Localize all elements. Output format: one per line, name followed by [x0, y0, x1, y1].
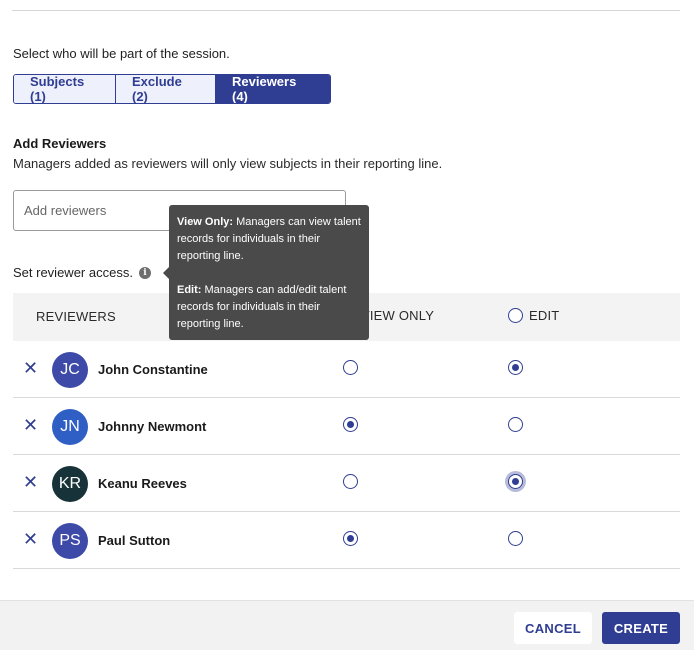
session-select-label: Select who will be part of the session.	[13, 46, 230, 61]
reviewer-name: Keanu Reeves	[98, 476, 187, 491]
remove-icon[interactable]: ✕	[23, 417, 38, 435]
reviewer-name: Paul Sutton	[98, 533, 171, 548]
table-row: ✕ JC John Constantine	[13, 341, 680, 398]
remove-icon[interactable]: ✕	[23, 531, 38, 549]
header-edit[interactable]: EDIT	[508, 308, 559, 323]
tab-exclude[interactable]: Exclude (2)	[116, 75, 216, 103]
tab-reviewers[interactable]: Reviewers (4)	[216, 75, 330, 103]
remove-icon[interactable]: ✕	[23, 474, 38, 492]
edit-radio[interactable]	[508, 474, 523, 489]
view-only-radio[interactable]	[343, 474, 358, 489]
cancel-button[interactable]: CANCEL	[514, 612, 592, 644]
tooltip-edit-text: Managers can add/edit talent records for…	[177, 284, 347, 330]
top-divider	[12, 10, 680, 11]
tab-subjects[interactable]: Subjects (1)	[14, 75, 116, 103]
edit-radio[interactable]	[508, 417, 523, 432]
dialog-footer: CANCEL CREATE	[0, 600, 694, 650]
tooltip-view-only-title: View Only:	[177, 216, 234, 228]
reviewer-name: John Constantine	[98, 362, 208, 377]
create-button[interactable]: CREATE	[602, 612, 680, 644]
edit-radio[interactable]	[508, 531, 523, 546]
header-edit-label: EDIT	[529, 308, 560, 323]
header-reviewers: REVIEWERS	[36, 309, 116, 324]
edit-radio[interactable]	[508, 360, 523, 375]
avatar: JC	[52, 352, 88, 388]
avatar: JN	[52, 409, 88, 445]
info-icon[interactable]: i	[138, 266, 151, 279]
reviewer-access-row: Set reviewer access. i	[13, 265, 151, 280]
add-reviewers-description: Managers added as reviewers will only vi…	[13, 156, 443, 171]
header-view-only-label: VIEW ONLY	[361, 308, 435, 323]
participant-tabs: Subjects (1) Exclude (2) Reviewers (4)	[13, 74, 331, 104]
tooltip-view-only: View Only: Managers can view talent reco…	[177, 214, 361, 265]
access-tooltip: View Only: Managers can view talent reco…	[163, 205, 369, 340]
view-only-radio[interactable]	[343, 417, 358, 432]
reviewer-name: Johnny Newmont	[98, 419, 207, 434]
tooltip-edit-title: Edit:	[177, 284, 202, 296]
avatar: PS	[52, 523, 88, 559]
table-row: ✕ JN Johnny Newmont	[13, 398, 680, 455]
avatar: KR	[52, 466, 88, 502]
table-row: ✕ PS Paul Sutton	[13, 512, 680, 569]
edit-select-all-radio[interactable]	[508, 308, 523, 323]
view-only-radio[interactable]	[343, 360, 358, 375]
remove-icon[interactable]: ✕	[23, 360, 38, 378]
view-only-radio[interactable]	[343, 531, 358, 546]
tooltip-edit: Edit: Managers can add/edit talent recor…	[177, 282, 361, 333]
add-reviewers-title: Add Reviewers	[13, 136, 107, 151]
reviewer-access-label: Set reviewer access.	[13, 265, 133, 280]
table-row: ✕ KR Keanu Reeves	[13, 455, 680, 512]
